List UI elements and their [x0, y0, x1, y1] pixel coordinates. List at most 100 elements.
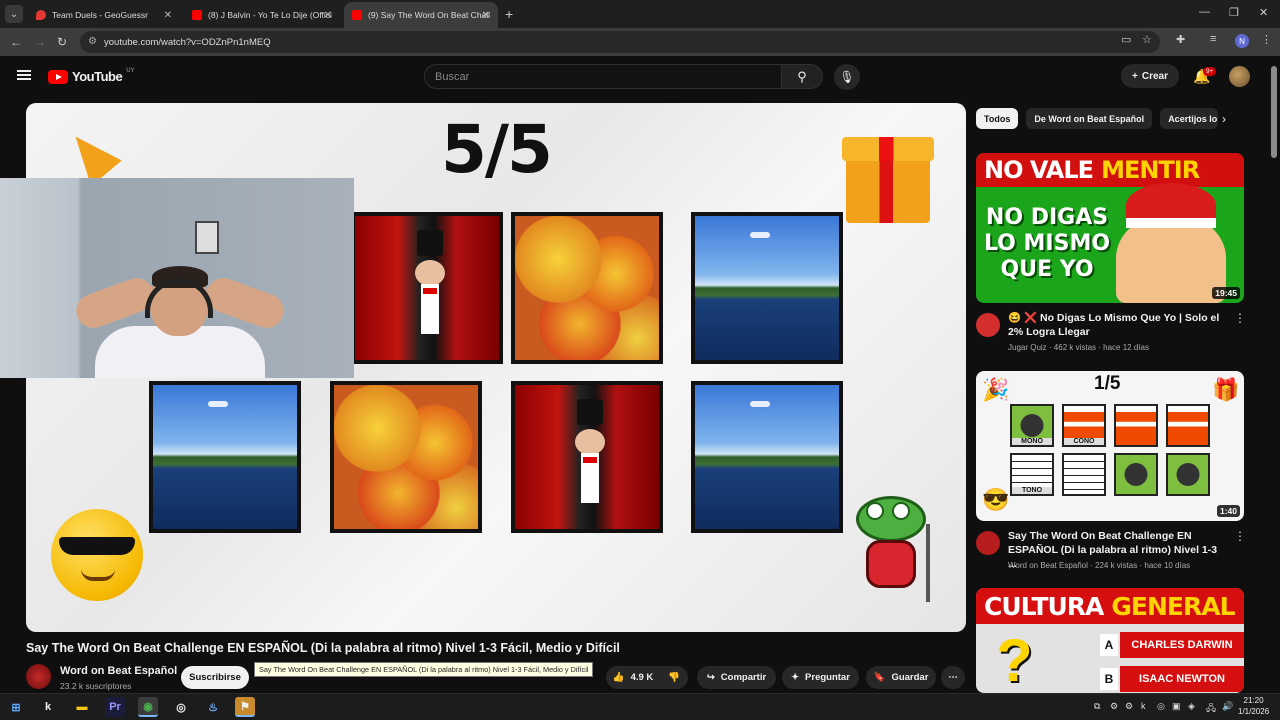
- recommended-thumbnail[interactable]: NO VALE MENTIR NO DIGAS LO MISMO QUE YO 1…: [976, 153, 1244, 303]
- wall-poster: [195, 221, 219, 254]
- subscribe-button[interactable]: Suscribirse: [181, 666, 249, 689]
- recommended-video-title[interactable]: 😆 ❌ No Digas Lo Mismo Que Yo | Solo el 2…: [1008, 311, 1223, 339]
- recommended-channel: Word on Beat Español · 224 k vistas · ha…: [1008, 561, 1191, 570]
- back-icon[interactable]: ←: [10, 35, 22, 49]
- video-duration: 1:40: [1216, 505, 1240, 517]
- voice-search-button[interactable]: 🎙: [834, 64, 860, 90]
- thumbnail-text: NO DIGAS LO MISMO QUE YO: [983, 205, 1111, 282]
- channel-avatar[interactable]: [26, 664, 51, 689]
- party-popper-icon: [56, 123, 122, 187]
- youtube-favicon-icon: [352, 10, 362, 20]
- more-horizontal-icon: ⋯: [948, 672, 958, 683]
- thumbs-up-icon: 👍: [612, 672, 625, 683]
- new-tab-button[interactable]: +: [505, 6, 513, 22]
- file-explorer-icon[interactable]: ▬: [72, 697, 92, 717]
- search-input[interactable]: Buscar: [424, 64, 782, 89]
- windows-start-icon[interactable]: ⊞: [6, 697, 26, 717]
- chevron-right-icon[interactable]: ›: [1222, 112, 1226, 126]
- browser-profile-avatar[interactable]: N: [1235, 34, 1249, 48]
- tab-search-button[interactable]: ⌄: [5, 5, 23, 23]
- channel-avatar[interactable]: [976, 313, 1000, 337]
- game-app-icon[interactable]: ⚑: [235, 697, 255, 717]
- browser-tab-jbalvin[interactable]: (8) J Balvin - Yo Te Lo Dije (Offici ✕: [184, 2, 340, 28]
- tray-icon[interactable]: ▣: [1172, 701, 1181, 712]
- notifications-badge: 9+: [1203, 67, 1217, 76]
- kick-app-icon[interactable]: k: [38, 697, 58, 717]
- minimize-window-icon[interactable]: —: [1199, 6, 1210, 18]
- browser-menu-icon[interactable]: ⋮: [1261, 33, 1272, 46]
- media-control-icon[interactable]: ≡: [1210, 33, 1216, 45]
- search-icon: ⚲: [797, 68, 807, 84]
- hamburger-menu-icon[interactable]: [17, 70, 31, 80]
- steam-icon[interactable]: ♨: [203, 697, 223, 717]
- save-button[interactable]: 🔖 Guardar: [866, 666, 936, 689]
- grid-cell: [1166, 453, 1210, 496]
- volume-icon[interactable]: 🔊: [1222, 701, 1233, 712]
- thumbnail-banner: CULTURA GENERAL: [976, 588, 1244, 624]
- save-label: Guardar: [891, 672, 929, 683]
- like-button[interactable]: 👍 4.9 K: [606, 666, 660, 689]
- tray-icon[interactable]: ◈: [1188, 701, 1195, 712]
- close-tab-icon[interactable]: ✕: [324, 10, 332, 21]
- channel-name[interactable]: Word on Beat Español: [60, 665, 177, 677]
- kick-tray-icon[interactable]: k: [1141, 701, 1146, 711]
- create-button[interactable]: + Crear: [1121, 64, 1179, 88]
- share-button[interactable]: ↪ Compartir: [697, 666, 776, 689]
- close-window-icon[interactable]: ✕: [1259, 6, 1268, 19]
- forward-icon[interactable]: →: [34, 35, 46, 49]
- more-actions-button[interactable]: ⋯: [941, 666, 965, 689]
- tray-icon[interactable]: ◎: [1157, 701, 1165, 712]
- sunglasses-emoji-icon: [51, 509, 143, 601]
- network-icon[interactable]: 🖧: [1206, 701, 1216, 717]
- reload-icon[interactable]: ↻: [57, 35, 67, 49]
- ask-button[interactable]: ✦ Preguntar: [782, 666, 859, 689]
- tab-title: (8) J Balvin - Yo Te Lo Dije (Offici: [208, 10, 332, 20]
- more-vertical-icon[interactable]: ⋮: [1234, 311, 1246, 325]
- extensions-icon[interactable]: ✚: [1176, 33, 1185, 46]
- address-bar[interactable]: ⚙ youtube.com/watch?v=ODZnPn1nMEQ: [80, 31, 1160, 53]
- chip-todos[interactable]: Todos: [976, 108, 1019, 129]
- obs-icon[interactable]: ◎: [171, 697, 191, 717]
- grid-image-magician: [511, 381, 663, 533]
- close-tab-icon[interactable]: ✕: [164, 10, 172, 21]
- share-label: Compartir: [720, 672, 767, 683]
- youtube-logo[interactable]: YouTube UY: [48, 68, 135, 84]
- premiere-pro-icon[interactable]: Pr: [105, 697, 125, 717]
- geoguessr-favicon-icon: [36, 10, 46, 20]
- subscriber-count: 23.2 k suscriptores: [60, 681, 132, 691]
- recommended-thumbnail[interactable]: 1/5 🎉 🎁 MONO CONO TONO 😎 1:40: [976, 371, 1244, 521]
- search-button[interactable]: ⚲: [781, 64, 823, 89]
- site-info-icon[interactable]: ⚙: [88, 36, 97, 47]
- more-vertical-icon[interactable]: ⋮: [1234, 529, 1246, 543]
- chrome-icon[interactable]: ◉: [138, 697, 158, 717]
- recommended-thumbnail[interactable]: CULTURA GENERAL ? A CHARLES DARWIN B ISAA…: [976, 588, 1244, 693]
- tray-icon[interactable]: ⚙: [1125, 701, 1133, 712]
- chip-acertijos[interactable]: Acertijos lo: [1160, 108, 1219, 129]
- tray-icon[interactable]: ⚙: [1110, 701, 1118, 712]
- system-clock[interactable]: 21:20 1/1/2026: [1238, 695, 1269, 717]
- webcam-overlay: [0, 178, 354, 378]
- dislike-button[interactable]: 👎: [660, 666, 688, 689]
- bookmark-icon: 🔖: [873, 672, 886, 683]
- user-avatar[interactable]: [1229, 66, 1250, 87]
- chip-channel[interactable]: De Word on Beat Español: [1026, 108, 1153, 129]
- like-count: 4.9 K: [630, 672, 654, 683]
- grid-image-lake: [691, 381, 843, 533]
- video-score-text: 5/5: [441, 111, 553, 188]
- cast-icon[interactable]: ▭: [1121, 33, 1131, 46]
- restore-window-icon[interactable]: ❐: [1229, 6, 1239, 19]
- grid-cell: MONO: [1010, 404, 1054, 447]
- scrollbar-thumb[interactable]: [1271, 66, 1277, 158]
- create-label: Crear: [1141, 70, 1168, 82]
- browser-tab-active[interactable]: (9) Say The Word On Beat Chall ✕: [344, 2, 498, 28]
- santa-hat: [1126, 183, 1216, 228]
- page-scrollbar[interactable]: [1268, 56, 1280, 693]
- browser-tab-bar: ⌄ Team Duels - GeoGuessr ✕ (8) J Balvin …: [0, 0, 1280, 28]
- close-tab-icon[interactable]: ✕: [482, 10, 490, 21]
- thumbnail-score: 1/5: [1094, 373, 1121, 394]
- grid-cell: [1114, 404, 1158, 447]
- bookmark-star-icon[interactable]: ☆: [1142, 33, 1152, 46]
- browser-tab-geoguessr[interactable]: Team Duels - GeoGuessr ✕: [28, 2, 180, 28]
- channel-avatar[interactable]: [976, 531, 1000, 555]
- tray-icon[interactable]: ⧉: [1094, 701, 1100, 712]
